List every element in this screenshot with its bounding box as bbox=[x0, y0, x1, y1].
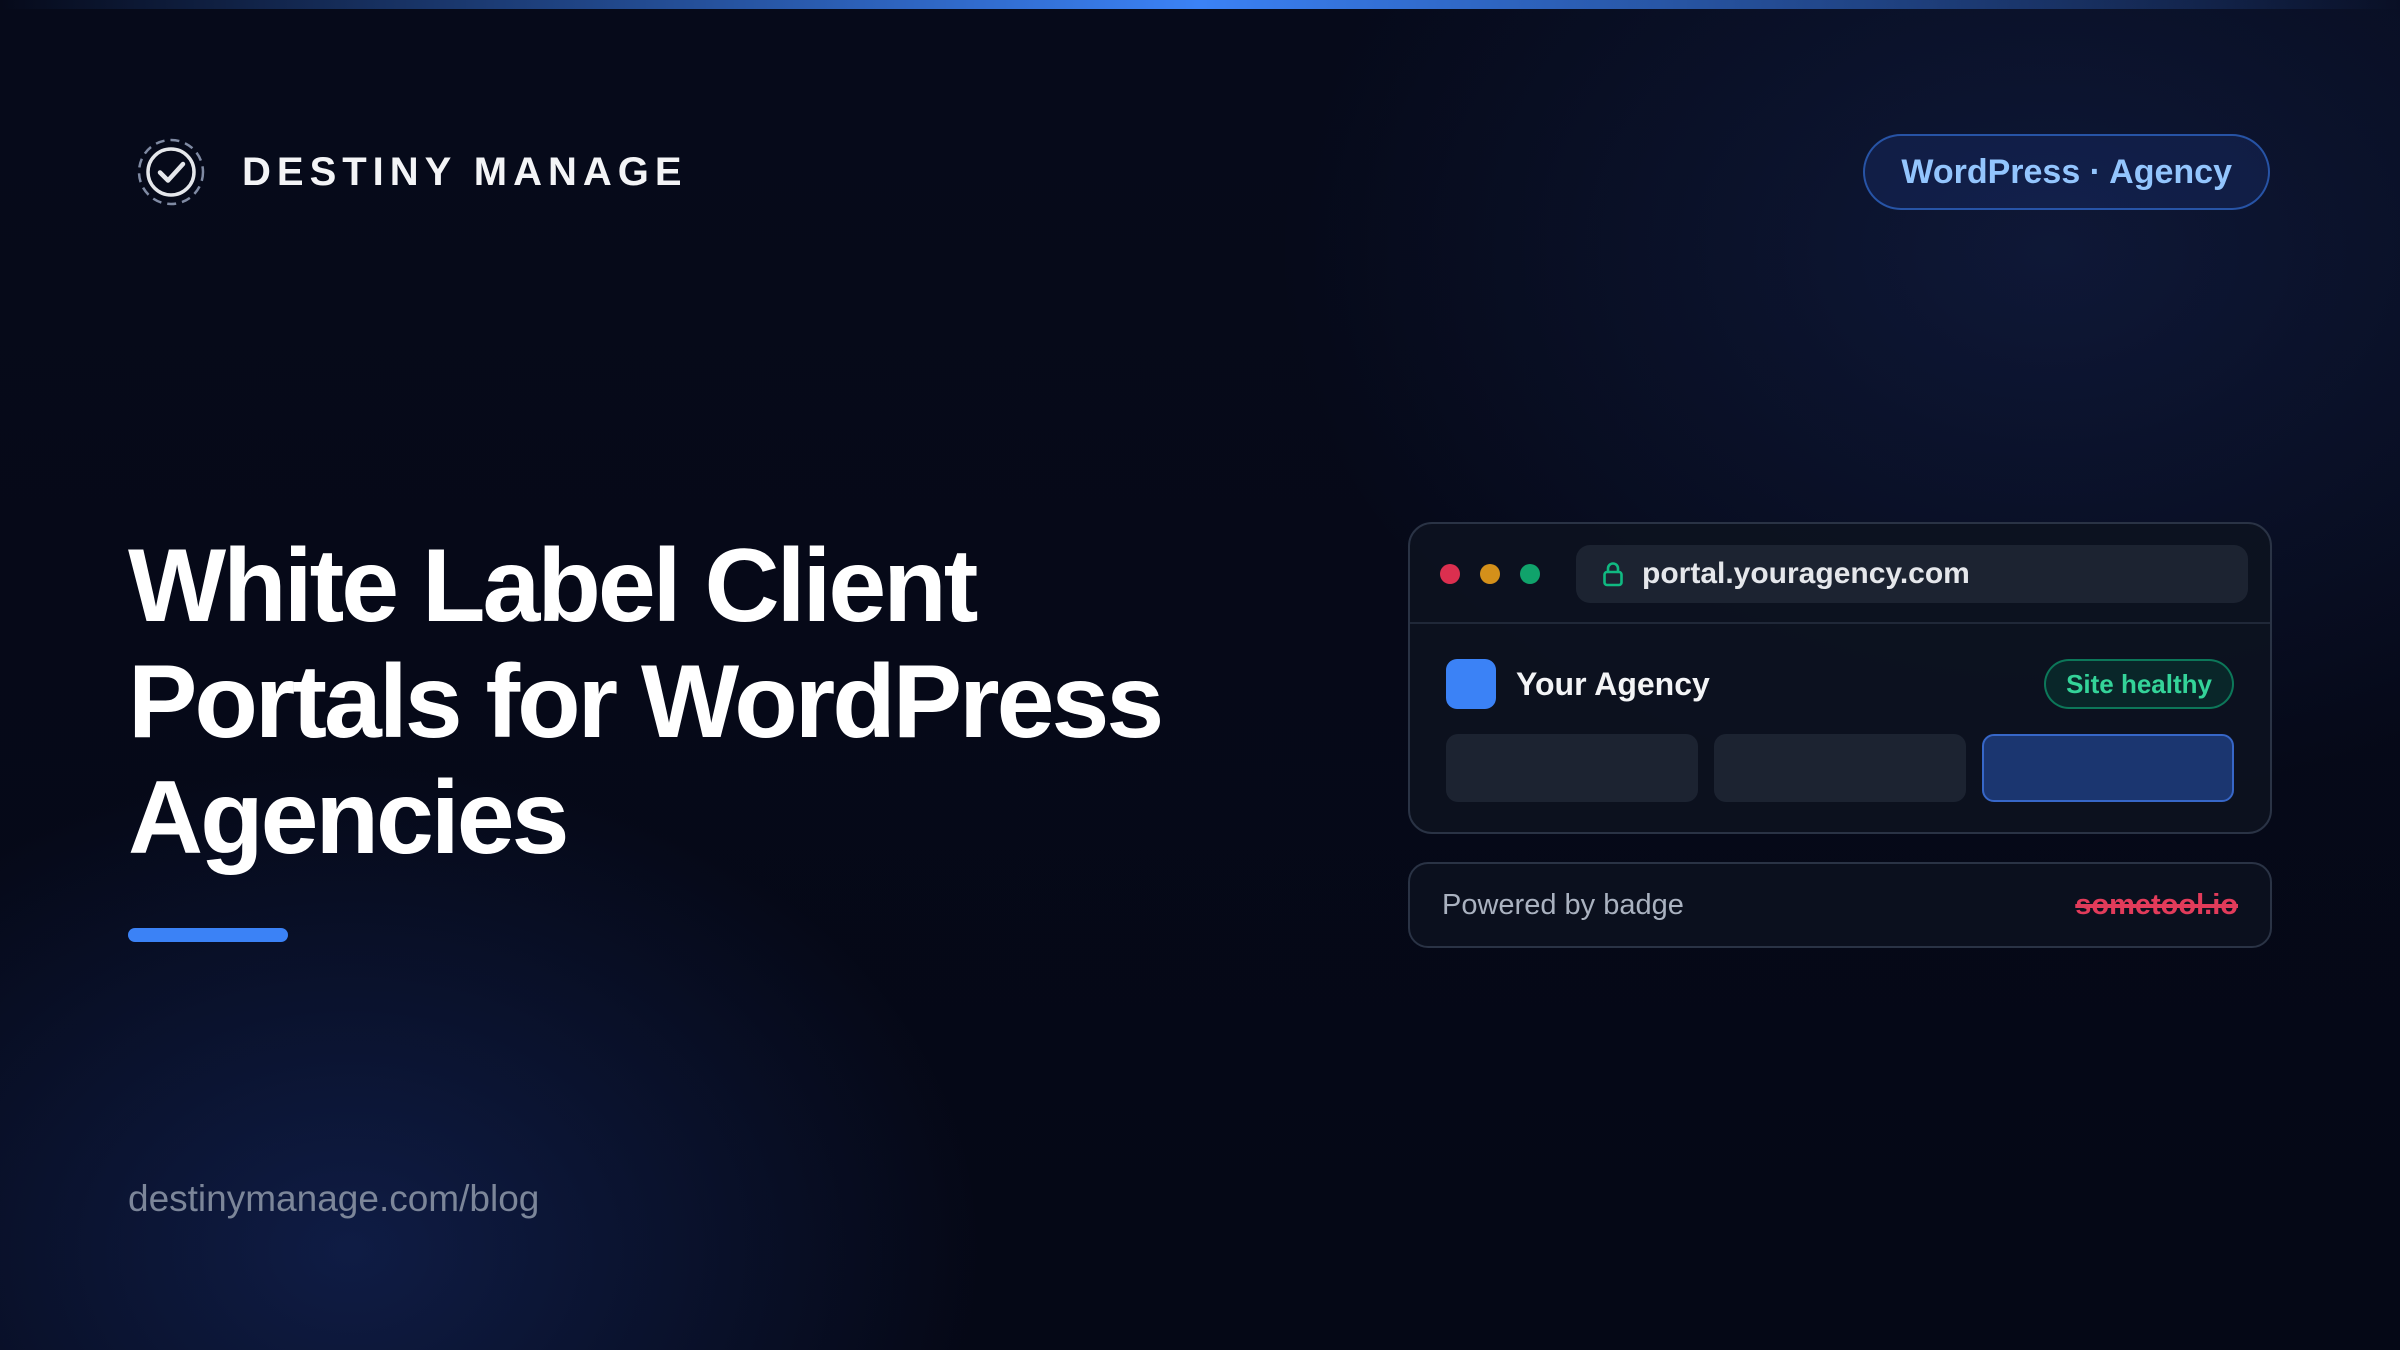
window-close-dot bbox=[1440, 564, 1460, 584]
brand: DESTINY MANAGE bbox=[136, 136, 688, 208]
address-bar: portal.youragency.com bbox=[1576, 545, 2248, 603]
check-circle-icon bbox=[137, 138, 205, 206]
agency-header: Your Agency Site healthy bbox=[1446, 659, 2234, 709]
dashboard-tile bbox=[1446, 734, 1698, 802]
dashboard-tile-active bbox=[1982, 734, 2234, 802]
lock-icon bbox=[1603, 562, 1623, 587]
status-badge: Site healthy bbox=[2044, 659, 2234, 709]
page-title: White Label Client Portals for WordPress… bbox=[128, 528, 1164, 876]
portal-mockup-window: portal.youragency.com Your Agency Site h… bbox=[1408, 522, 2272, 834]
window-maximize-dot bbox=[1520, 564, 1540, 584]
window-minimize-dot bbox=[1480, 564, 1500, 584]
footer-url: destinymanage.com/blog bbox=[128, 1178, 540, 1219]
dashboard-tile bbox=[1714, 734, 1966, 802]
agency-logo bbox=[1446, 659, 1496, 709]
struck-brand-name: sometool.io bbox=[2075, 888, 2238, 921]
top-accent-strip bbox=[0, 0, 2400, 9]
mockup-title-bar: portal.youragency.com bbox=[1410, 524, 2270, 624]
brand-name: DESTINY MANAGE bbox=[242, 149, 688, 194]
powered-by-bar: Powered by badge sometool.io bbox=[1408, 862, 2272, 948]
title-accent-bar bbox=[128, 928, 288, 942]
agency-name: Your Agency bbox=[1516, 665, 1710, 702]
address-url: portal.youragency.com bbox=[1642, 557, 1970, 590]
powered-by-label: Powered by badge bbox=[1442, 888, 1684, 921]
category-tag: WordPress · Agency bbox=[1863, 134, 2270, 210]
